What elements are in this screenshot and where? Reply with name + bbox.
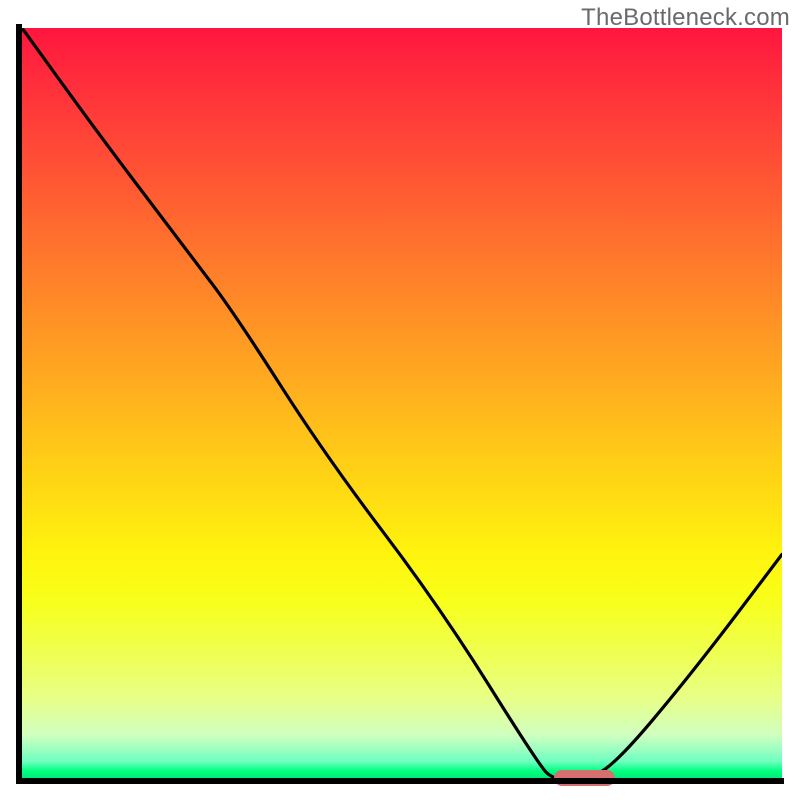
x-axis — [16, 778, 784, 784]
chart-frame: TheBottleneck.com — [0, 0, 800, 800]
bottleneck-curve — [22, 28, 782, 780]
watermark-text: TheBottleneck.com — [581, 4, 790, 32]
curve-path — [22, 28, 782, 780]
y-axis — [16, 24, 22, 784]
